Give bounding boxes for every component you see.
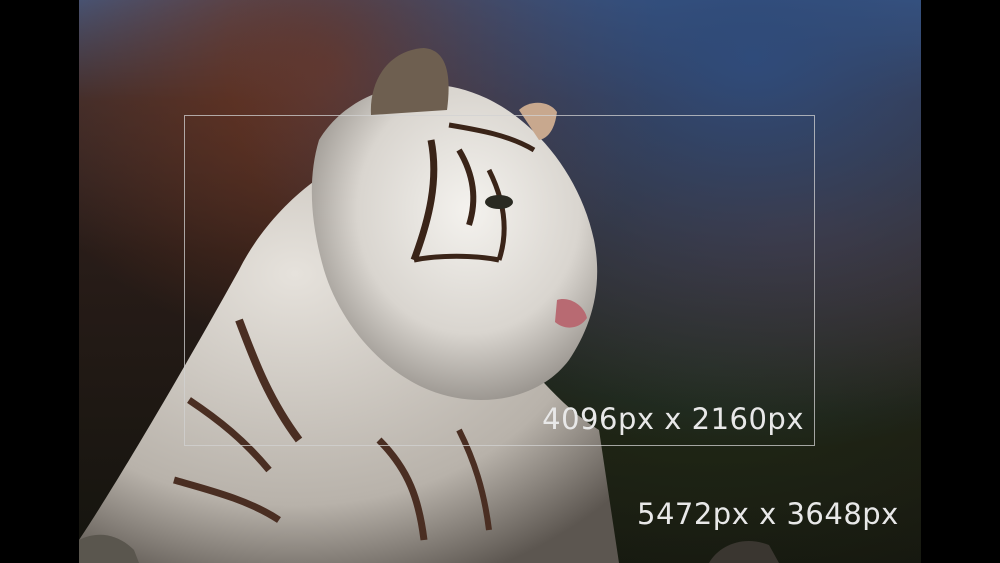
full-resolution-label: 5472px x 3648px bbox=[637, 497, 899, 531]
letterbox-stage: 4096px x 2160px 5472px x 3648px bbox=[0, 0, 1000, 563]
crop-resolution-label: 4096px x 2160px bbox=[542, 402, 804, 436]
crop-frame-4k: 4096px x 2160px bbox=[184, 115, 815, 446]
